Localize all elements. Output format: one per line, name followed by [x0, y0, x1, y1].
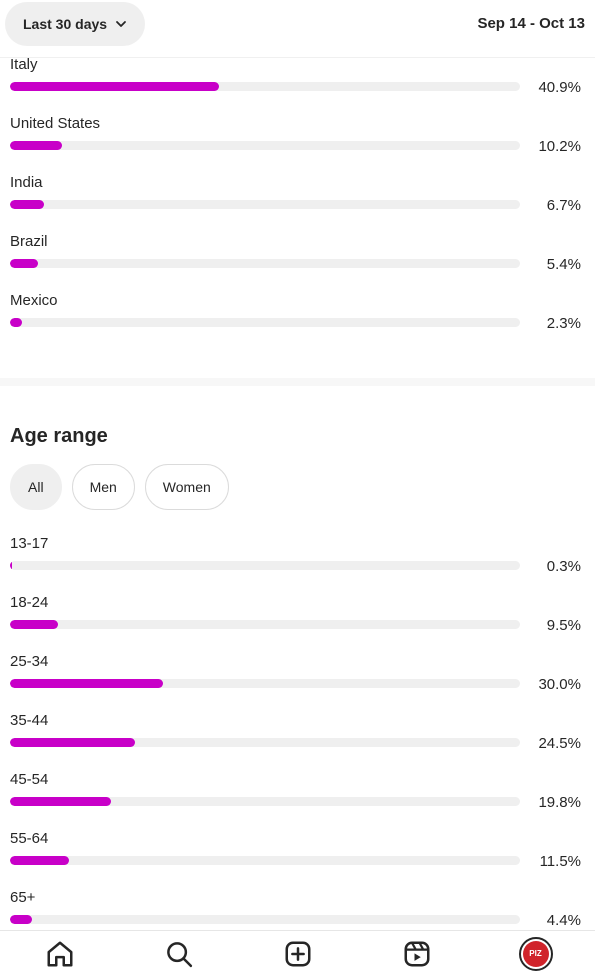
- create-icon: [285, 941, 310, 966]
- country-list: Italy 40.9% United States 10.2% India 6.7% Bra…: [0, 56, 595, 351]
- bar-fill: [10, 82, 219, 91]
- row-label: Mexico: [10, 292, 58, 309]
- stat-row: Mexico 2.3%: [0, 292, 595, 351]
- stat-row: 45-54 19.8%: [0, 771, 595, 830]
- bar-track: [10, 141, 520, 150]
- row-percentage: 4.4%: [546, 912, 581, 929]
- filter-chip-all[interactable]: All: [10, 464, 62, 510]
- bar-track: [10, 856, 520, 865]
- bar-track: [10, 200, 520, 209]
- stat-row: Italy 40.9%: [0, 56, 595, 115]
- row-label: 55-64: [10, 830, 49, 847]
- stat-row: United States 10.2%: [0, 115, 595, 174]
- bar-fill: [10, 561, 12, 570]
- stat-row: India 6.7%: [0, 174, 595, 233]
- filter-chip-women[interactable]: Women: [144, 464, 229, 510]
- bar-fill: [10, 915, 33, 924]
- row-percentage: 0.3%: [546, 558, 581, 575]
- row-label: 18-24: [10, 594, 49, 611]
- row-percentage: 2.3%: [546, 315, 581, 332]
- top-bar: Last 30 days Sep 14 - Oct 13: [0, 0, 595, 58]
- bar-track: [10, 259, 520, 268]
- bar-fill: [10, 797, 111, 806]
- profile-avatar: PIZ: [518, 936, 553, 971]
- row-label: United States: [10, 115, 101, 132]
- bar-track: [10, 679, 520, 688]
- bar-track: [10, 561, 520, 570]
- search-icon: [166, 941, 192, 967]
- bar-track: [10, 318, 520, 327]
- date-range-text: Sep 14 - Oct 13: [477, 15, 585, 32]
- row-label: Italy: [10, 56, 38, 73]
- row-percentage: 40.9%: [538, 79, 581, 96]
- row-percentage: 30.0%: [538, 676, 581, 693]
- stat-row: 13-17 0.3%: [0, 535, 595, 594]
- bar-track: [10, 620, 520, 629]
- bar-track: [10, 82, 520, 91]
- nav-home[interactable]: [40, 934, 80, 974]
- row-label: 45-54: [10, 771, 49, 788]
- row-percentage: 24.5%: [538, 735, 581, 752]
- row-label: 65+: [10, 889, 36, 906]
- bar-fill: [10, 318, 22, 327]
- row-percentage: 6.7%: [546, 197, 581, 214]
- bar-fill: [10, 141, 63, 150]
- nav-reels[interactable]: [397, 934, 437, 974]
- bar-track: [10, 915, 520, 924]
- filter-chip-men[interactable]: Men: [71, 464, 135, 510]
- bar-fill: [10, 259, 38, 268]
- row-label: India: [10, 174, 43, 191]
- home-icon: [47, 941, 72, 966]
- row-label: 35-44: [10, 712, 49, 729]
- row-label: 13-17: [10, 535, 49, 552]
- nav-create[interactable]: [278, 934, 318, 974]
- row-label: 25-34: [10, 653, 49, 670]
- stat-row: 25-34 30.0%: [0, 653, 595, 712]
- row-percentage: 5.4%: [546, 256, 581, 273]
- stat-row: 35-44 24.5%: [0, 712, 595, 771]
- age-range-list: 13-17 0.3% 18-24 9.5% 25-34 30.0% 35-44 24.5% 45…: [0, 535, 595, 948]
- row-percentage: 9.5%: [546, 617, 581, 634]
- stat-row: 55-64 11.5%: [0, 830, 595, 889]
- bar-fill: [10, 738, 135, 747]
- bar-track: [10, 738, 520, 747]
- nav-profile[interactable]: PIZ: [516, 934, 556, 974]
- row-percentage: 10.2%: [538, 138, 581, 155]
- row-label: Brazil: [10, 233, 48, 250]
- range-label: Last 30 days: [23, 16, 108, 32]
- stat-row: 18-24 9.5%: [0, 594, 595, 653]
- chevron-down-icon: [116, 21, 126, 27]
- age-range-title: Age range: [10, 425, 108, 447]
- date-range-dropdown[interactable]: Last 30 days: [5, 2, 146, 46]
- bar-fill: [10, 200, 45, 209]
- bar-fill: [10, 856, 69, 865]
- bar-fill: [10, 679, 163, 688]
- bar-track: [10, 797, 520, 806]
- section-divider: [0, 378, 595, 386]
- bar-fill: [10, 620, 59, 629]
- nav-search[interactable]: [159, 934, 199, 974]
- bottom-nav-bar: PIZ: [0, 930, 595, 976]
- row-percentage: 11.5%: [539, 853, 581, 870]
- stat-row: Brazil 5.4%: [0, 233, 595, 292]
- reels-icon: [404, 941, 429, 966]
- row-percentage: 19.8%: [538, 794, 581, 811]
- gender-filter-chips: All Men Women: [10, 464, 229, 510]
- avatar-image: PIZ: [522, 940, 549, 967]
